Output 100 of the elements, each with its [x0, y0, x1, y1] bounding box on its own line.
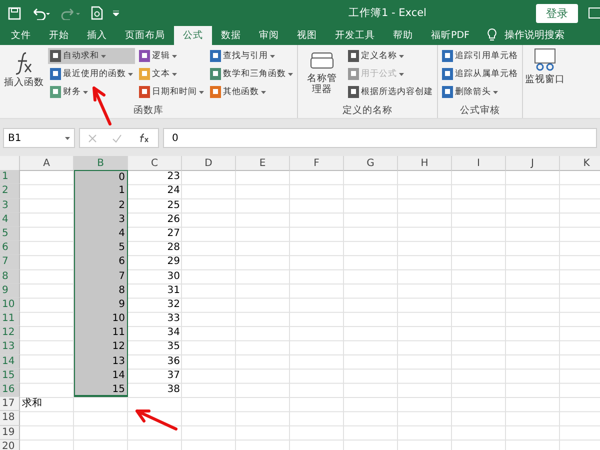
column-header[interactable]: G — [344, 156, 398, 171]
ribbon-button[interactable]: 逻辑 — [137, 48, 206, 64]
ribbon-tab[interactable]: 文件 — [2, 26, 40, 45]
row-header[interactable]: 7 — [0, 255, 20, 270]
ribbon-tab[interactable]: 公式 — [174, 26, 212, 45]
ribbon-button[interactable]: 删除箭头 — [440, 84, 520, 100]
ribbon-button[interactable]: 追踪引用单元格 — [440, 48, 520, 64]
column-header[interactable]: K — [560, 156, 600, 171]
formula-input[interactable]: 0 — [163, 128, 597, 148]
table-cell: 12 — [74, 340, 128, 355]
ribbon-button[interactable]: 追踪从属单元格 — [440, 66, 520, 82]
table-cell-text: 36 — [166, 354, 181, 369]
ribbon-large-button[interactable]: 名称管理器 — [300, 48, 344, 104]
login-button[interactable]: 登录 — [536, 4, 578, 22]
row-header[interactable]: 10 — [0, 298, 20, 312]
ribbon-button[interactable]: 文本 — [137, 66, 206, 82]
ribbon-options-icon[interactable] — [588, 7, 600, 19]
row-header[interactable]: 17 — [0, 397, 20, 412]
row-header[interactable]: 2 — [0, 184, 20, 199]
row-header[interactable]: 5 — [0, 226, 20, 242]
row-header[interactable]: 4 — [0, 212, 20, 227]
customize-caret-icon[interactable] — [113, 10, 119, 16]
ribbon-button[interactable]: 其他函数 — [208, 84, 295, 100]
caret-icon — [65, 136, 70, 140]
ribbon-button[interactable]: 财务 — [48, 84, 135, 100]
column-header[interactable]: F — [290, 156, 344, 171]
caret-icon — [172, 54, 177, 58]
ribbon-button[interactable]: 自动求和 — [48, 48, 135, 64]
group-label: 定义的名称 — [342, 104, 394, 118]
print-preview-icon[interactable] — [91, 6, 103, 20]
ribbon-tab[interactable]: 开发工具 — [326, 26, 384, 45]
column-header[interactable]: C — [128, 156, 182, 171]
row-header[interactable]: 3 — [0, 198, 20, 213]
table-cell: 4 — [74, 226, 128, 242]
table-cell-text: 26 — [166, 212, 181, 227]
ribbon-tab[interactable]: 页面布局 — [116, 26, 174, 45]
table-cell: 0 — [74, 170, 128, 184]
ribbon-tab[interactable]: 视图 — [288, 26, 326, 45]
row-header[interactable]: 9 — [0, 284, 20, 298]
table-cell: 10 — [74, 312, 128, 326]
caret-icon — [288, 72, 293, 76]
group-label: 公式审核 — [459, 104, 501, 118]
table-cell: 13 — [74, 354, 128, 369]
ribbon-tab[interactable]: 福昕PDF — [422, 26, 479, 45]
tell-me-search[interactable]: 操作说明搜索 — [504, 26, 565, 45]
lightbulb-icon[interactable] — [486, 28, 497, 42]
row-header[interactable]: 12 — [0, 326, 20, 340]
caret-icon — [199, 90, 204, 94]
column-header[interactable]: B — [74, 156, 128, 171]
table-cell: 6 — [74, 255, 128, 270]
ribbon-tab[interactable]: 数据 — [212, 26, 250, 45]
ribbon-tab[interactable]: 插入 — [78, 26, 116, 45]
row-header[interactable]: 19 — [0, 426, 20, 440]
column-header[interactable]: E — [236, 156, 290, 171]
caret-icon — [172, 72, 177, 76]
table-cell-text: 38 — [166, 383, 181, 397]
ribbon-button[interactable]: 根据所选内容创建 — [346, 84, 435, 100]
column-header[interactable]: J — [506, 156, 560, 171]
undo-icon[interactable] — [31, 6, 51, 20]
name-box[interactable]: B1 — [3, 128, 75, 148]
row-header[interactable]: 8 — [0, 270, 20, 284]
ribbon-tab[interactable]: 审阅 — [250, 26, 288, 45]
row-header[interactable]: 1 — [0, 170, 20, 184]
ribbon-button[interactable]: 定义名称 — [346, 48, 435, 64]
caret-icon — [493, 90, 498, 94]
save-icon[interactable] — [8, 6, 21, 20]
table-cell: 2 — [74, 198, 128, 213]
ribbon-button[interactable]: 查找与引用 — [208, 48, 295, 64]
ribbon-tab[interactable]: 开始 — [40, 26, 78, 45]
window-title: 工作簿1 - Excel — [348, 6, 426, 20]
table-cell: 7 — [74, 270, 128, 284]
table-cell: 1 — [74, 184, 128, 199]
row-header[interactable]: 6 — [0, 241, 20, 256]
column-header[interactable]: D — [182, 156, 236, 171]
column-header[interactable]: I — [452, 156, 506, 171]
ribbon-button[interactable]: 最近使用的函数 — [48, 66, 135, 82]
table-cell: 8 — [74, 284, 128, 298]
table-cell-text: 25 — [166, 198, 181, 213]
ribbon-tab[interactable]: 帮助 — [384, 26, 422, 45]
row-header[interactable]: 14 — [0, 354, 20, 369]
ribbon-button[interactable]: 日期和时间 — [137, 84, 206, 100]
insert-function-icon[interactable] — [138, 133, 150, 143]
table-cell-text: 28 — [166, 241, 181, 256]
table-cell-text: 34 — [166, 326, 181, 340]
ribbon-large-button[interactable]: 监视窗口 — [523, 45, 567, 118]
column-header[interactable]: H — [398, 156, 452, 171]
caret-icon — [270, 54, 275, 58]
row-header[interactable]: 15 — [0, 368, 20, 383]
table-cell-text: 35 — [166, 340, 181, 354]
table-cell: 14 — [74, 368, 128, 383]
row-header[interactable]: 18 — [0, 411, 20, 426]
row-header[interactable]: 16 — [0, 383, 20, 398]
table-cell-text: 24 — [166, 184, 181, 198]
column-header[interactable]: A — [20, 156, 74, 171]
row-header[interactable]: 13 — [0, 340, 20, 355]
table-cell: 3 — [74, 212, 128, 227]
row-header[interactable]: 11 — [0, 312, 20, 326]
row-header[interactable]: 20 — [0, 440, 20, 450]
ribbon-button[interactable]: 数学和三角函数 — [208, 66, 295, 82]
ribbon-large-button[interactable]: 插入函数 — [2, 48, 46, 104]
